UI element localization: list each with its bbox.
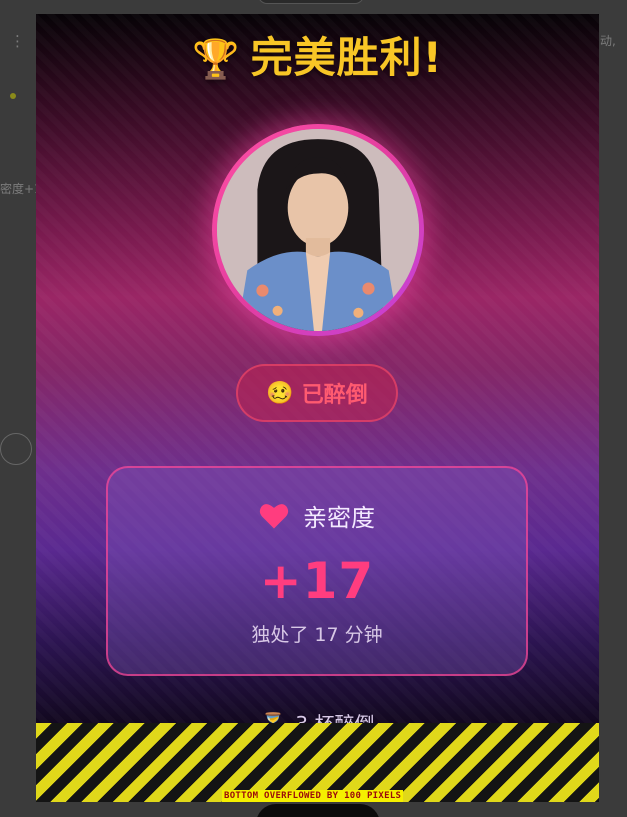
intimacy-value: +17: [259, 552, 375, 610]
victory-dialog: 🏆 完美胜利! 🥴 已醉倒 亲密度 +17 独处了 17 分钟 BOTTOM O…: [36, 14, 599, 802]
intimacy-card: 亲密度 +17 独处了 17 分钟: [106, 466, 528, 676]
dialog-title: 🏆 完美胜利!: [36, 24, 599, 85]
status-dot-icon: [10, 93, 16, 99]
background-text-fragment-right: 动,: [600, 34, 616, 48]
intimacy-header: 亲密度: [108, 498, 526, 533]
top-handle: [258, 0, 364, 4]
status-label: 已醉倒: [301, 383, 368, 408]
circle-outline-icon[interactable]: [0, 433, 32, 465]
avatar-portrait-image: [217, 129, 419, 331]
trophy-icon: 🏆: [192, 37, 241, 81]
drunk-status-badge: 🥴 已醉倒: [236, 364, 398, 422]
dialog-title-text: 完美胜利!: [250, 33, 443, 82]
woozy-face-icon: 🥴: [266, 380, 294, 406]
avatar: [217, 129, 419, 331]
heart-icon: [259, 503, 289, 528]
overflow-warning-label: BOTTOM OVERFLOWED BY 100 PIXELS: [222, 790, 404, 802]
intimacy-label: 亲密度: [303, 504, 375, 532]
screen: ⋮ 密度+1 动, 🏆 完美胜利! 🥴 已醉倒 亲密度 +17 独处了 17 分…: [0, 0, 627, 817]
time-alone-text: 独处了 17 分钟: [251, 624, 383, 646]
more-menu-icon[interactable]: ⋮: [10, 32, 25, 50]
avatar-ring: [212, 124, 424, 336]
bottom-handle: [256, 804, 380, 817]
